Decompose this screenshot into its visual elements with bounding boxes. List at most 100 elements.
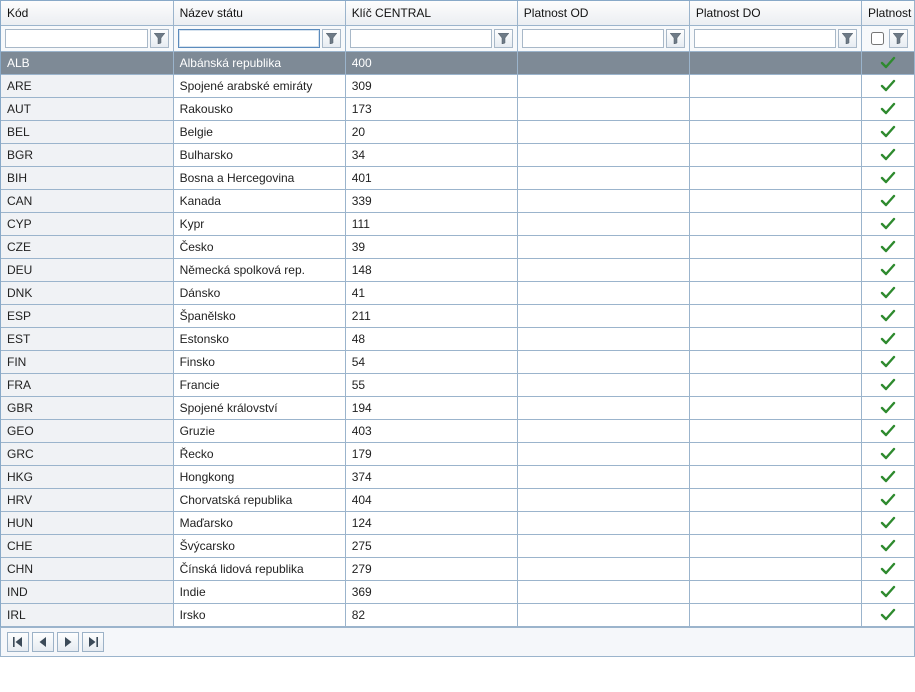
cell-klic: 374 bbox=[345, 465, 517, 488]
table-row[interactable]: INDIndie369 bbox=[1, 580, 915, 603]
cell-nazev: Čínská lidová republika bbox=[173, 557, 345, 580]
cell-plat bbox=[861, 580, 914, 603]
column-header-plat[interactable]: Platnost bbox=[861, 1, 914, 25]
cell-klic: 54 bbox=[345, 350, 517, 373]
table-row[interactable]: CZEČesko39 bbox=[1, 235, 915, 258]
cell-kod: GBR bbox=[1, 396, 173, 419]
nav-next-button[interactable] bbox=[57, 632, 79, 652]
cell-kod: CHN bbox=[1, 557, 173, 580]
cell-nazev: Chorvatská republika bbox=[173, 488, 345, 511]
table-row[interactable]: BIHBosna a Hercegovina401 bbox=[1, 166, 915, 189]
cell-od bbox=[517, 511, 689, 534]
cell-nazev: Švýcarsko bbox=[173, 534, 345, 557]
column-header-od[interactable]: Platnost OD bbox=[517, 1, 689, 25]
cell-do bbox=[689, 120, 861, 143]
table-row[interactable]: HKGHongkong374 bbox=[1, 465, 915, 488]
column-header-kod[interactable]: Kód bbox=[1, 1, 173, 25]
check-icon bbox=[862, 217, 914, 231]
cell-kod: HUN bbox=[1, 511, 173, 534]
table-row[interactable]: FINFinsko54 bbox=[1, 350, 915, 373]
table-row[interactable]: CANKanada339 bbox=[1, 189, 915, 212]
cell-nazev: Albánská republika bbox=[173, 51, 345, 74]
cell-do bbox=[689, 97, 861, 120]
cell-kod: ARE bbox=[1, 74, 173, 97]
cell-nazev: Indie bbox=[173, 580, 345, 603]
column-header-do[interactable]: Platnost DO bbox=[689, 1, 861, 25]
cell-do bbox=[689, 304, 861, 327]
column-header-nazev[interactable]: Název státu bbox=[173, 1, 345, 25]
table-row[interactable]: FRAFrancie55 bbox=[1, 373, 915, 396]
table-row[interactable]: CYPKypr111 bbox=[1, 212, 915, 235]
funnel-icon bbox=[670, 33, 681, 44]
filter-button-od[interactable] bbox=[666, 29, 685, 48]
check-icon bbox=[862, 125, 914, 139]
cell-od bbox=[517, 557, 689, 580]
filter-input-od[interactable] bbox=[522, 29, 664, 48]
table-row[interactable]: GRCŘecko179 bbox=[1, 442, 915, 465]
filter-button-do[interactable] bbox=[838, 29, 857, 48]
nav-first-button[interactable] bbox=[7, 632, 29, 652]
filter-button-kod[interactable] bbox=[150, 29, 169, 48]
cell-kod: DNK bbox=[1, 281, 173, 304]
table-row[interactable]: ALBAlbánská republika400 bbox=[1, 51, 915, 74]
table-row[interactable]: ESTEstonsko48 bbox=[1, 327, 915, 350]
table-row[interactable]: GBRSpojené království194 bbox=[1, 396, 915, 419]
check-icon bbox=[862, 447, 914, 461]
last-record-icon bbox=[88, 637, 98, 647]
table-row[interactable]: BELBelgie20 bbox=[1, 120, 915, 143]
cell-do bbox=[689, 235, 861, 258]
check-icon bbox=[862, 585, 914, 599]
cell-klic: 55 bbox=[345, 373, 517, 396]
filter-checkbox-plat[interactable] bbox=[871, 32, 884, 45]
cell-nazev: Řecko bbox=[173, 442, 345, 465]
cell-do bbox=[689, 143, 861, 166]
check-icon bbox=[862, 171, 914, 185]
cell-plat bbox=[861, 327, 914, 350]
cell-od bbox=[517, 396, 689, 419]
cell-od bbox=[517, 442, 689, 465]
table-row[interactable]: IRLIrsko82 bbox=[1, 603, 915, 626]
table-row[interactable]: AUTRakousko173 bbox=[1, 97, 915, 120]
cell-od bbox=[517, 74, 689, 97]
cell-od bbox=[517, 120, 689, 143]
cell-kod: IND bbox=[1, 580, 173, 603]
table-row[interactable]: BGRBulharsko34 bbox=[1, 143, 915, 166]
next-record-icon bbox=[63, 637, 73, 647]
column-header-klic[interactable]: Klíč CENTRAL bbox=[345, 1, 517, 25]
table-row[interactable]: GEOGruzie403 bbox=[1, 419, 915, 442]
filter-button-klic[interactable] bbox=[494, 29, 513, 48]
nav-last-button[interactable] bbox=[82, 632, 104, 652]
table-row[interactable]: DNKDánsko41 bbox=[1, 281, 915, 304]
cell-od bbox=[517, 51, 689, 74]
funnel-icon bbox=[842, 33, 853, 44]
cell-klic: 41 bbox=[345, 281, 517, 304]
cell-do bbox=[689, 603, 861, 626]
table-row[interactable]: HRVChorvatská republika404 bbox=[1, 488, 915, 511]
cell-plat bbox=[861, 603, 914, 626]
table-row[interactable]: DEUNěmecká spolková rep.148 bbox=[1, 258, 915, 281]
filter-input-kod[interactable] bbox=[5, 29, 148, 48]
cell-klic: 179 bbox=[345, 442, 517, 465]
cell-nazev: Dánsko bbox=[173, 281, 345, 304]
table-row[interactable]: CHNČínská lidová republika279 bbox=[1, 557, 915, 580]
cell-plat bbox=[861, 212, 914, 235]
cell-nazev: Česko bbox=[173, 235, 345, 258]
table-row[interactable]: CHEŠvýcarsko275 bbox=[1, 534, 915, 557]
filter-input-do[interactable] bbox=[694, 29, 836, 48]
cell-plat bbox=[861, 465, 914, 488]
cell-kod: ESP bbox=[1, 304, 173, 327]
cell-plat bbox=[861, 488, 914, 511]
check-icon bbox=[862, 332, 914, 346]
table-row[interactable]: ESPŠpanělsko211 bbox=[1, 304, 915, 327]
cell-kod: IRL bbox=[1, 603, 173, 626]
cell-od bbox=[517, 281, 689, 304]
filter-input-klic[interactable] bbox=[350, 29, 492, 48]
table-row[interactable]: HUNMaďarsko124 bbox=[1, 511, 915, 534]
table-row[interactable]: ARESpojené arabské emiráty309 bbox=[1, 74, 915, 97]
filter-button-nazev[interactable] bbox=[322, 29, 341, 48]
cell-kod: AUT bbox=[1, 97, 173, 120]
nav-prev-button[interactable] bbox=[32, 632, 54, 652]
cell-klic: 20 bbox=[345, 120, 517, 143]
filter-button-plat[interactable] bbox=[889, 29, 908, 48]
filter-input-nazev[interactable] bbox=[178, 29, 320, 48]
